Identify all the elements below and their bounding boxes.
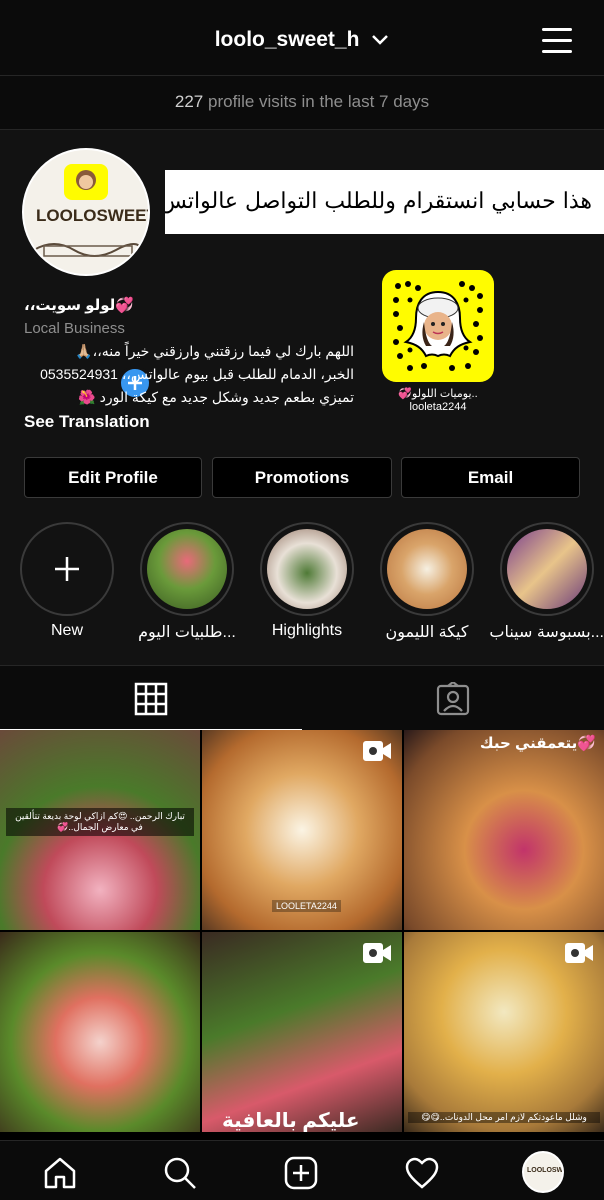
post-watermark: LOOLETA2244 <box>272 900 341 912</box>
business-category: Local Business <box>24 320 125 337</box>
bio-line-3: تميزي بطعم جديد وشكل جديد مع كيكة الورد … <box>78 389 354 405</box>
highlight-orders[interactable] <box>140 522 234 616</box>
post-thumbnail[interactable]: وشلل ماعودتكم لازم امر محل الدونات..😋😋 <box>404 932 604 1132</box>
search-icon[interactable] <box>162 1155 198 1191</box>
account-switcher[interactable]: loolo_sweet_h <box>0 28 604 52</box>
post-thumbnail[interactable]: 💞يتعمقني حبك <box>404 730 604 930</box>
highlight-label-new: New <box>50 622 83 639</box>
profile-section: LOOLOSWEET هذا حسابي انستقرام وللطلب الت… <box>0 130 604 665</box>
snapcode-image <box>382 270 494 382</box>
heart-icon[interactable] <box>404 1155 440 1191</box>
username-label: loolo_sweet_h <box>214 28 360 51</box>
plus-icon <box>55 557 79 581</box>
tagged-icon[interactable] <box>436 682 470 716</box>
bio: 💞لولو سويت،، Local Business اللهم بارك ل… <box>24 296 354 432</box>
profile-visits-banner[interactable]: 227 profile visits in the last 7 days <box>0 76 604 130</box>
promotions-button[interactable]: Promotions <box>212 457 392 498</box>
post-caption: 💞يتعمقني حبك <box>479 735 596 752</box>
home-icon[interactable] <box>42 1155 78 1191</box>
cover-banner: هذا حسابي انستقرام وللطلب التواصل عالوات… <box>165 170 604 234</box>
display-name: 💞لولو سويت،، <box>24 297 134 314</box>
posts-grid: تبارك الرحمن.. 😍كم ازاكي لوحة بديعة تتأل… <box>0 730 604 1140</box>
bio-line-1: اللهم بارك لي فيما رزقتني وارزقني خيراً … <box>75 343 354 359</box>
post-caption: وشلل ماعودتكم لازم امر محل الدونات..😋😋 <box>408 1112 600 1123</box>
avatar[interactable]: LOOLOSWEET <box>22 148 150 276</box>
profile-tab-avatar[interactable]: LOOLOSWEET <box>522 1151 564 1193</box>
avatar-logo-text: LOOLOSWEET <box>36 206 150 225</box>
edit-profile-button[interactable]: Edit Profile <box>24 457 202 498</box>
post-thumbnail[interactable]: تبارك الرحمن.. 😍كم ازاكي لوحة بديعة تتأل… <box>0 730 200 930</box>
highlight-basbousa[interactable] <box>500 522 594 616</box>
snapcode-title: 💞يوميات اللولو.. <box>398 388 478 400</box>
video-icon <box>363 943 391 963</box>
highlight-thumb <box>267 529 347 609</box>
visits-count: 227 <box>174 92 204 111</box>
grid-icon[interactable] <box>134 682 168 716</box>
video-icon <box>565 943 593 963</box>
hamburger-menu-icon[interactable] <box>542 28 572 56</box>
visits-text: profile visits in the last 7 days <box>208 92 430 111</box>
top-bar: loolo_sweet_h <box>0 0 604 76</box>
new-post-icon[interactable] <box>283 1155 319 1191</box>
highlight-label-lemon-cake: كيكة الليمون <box>385 624 469 641</box>
highlight-thumb <box>147 529 227 609</box>
video-icon <box>363 741 391 761</box>
post-thumbnail[interactable] <box>0 932 200 1132</box>
new-highlight-button[interactable] <box>20 522 114 616</box>
highlight-thumb <box>387 529 467 609</box>
highlight-lemon-cake[interactable] <box>380 522 474 616</box>
highlight-thumb <box>507 529 587 609</box>
highlight-highlights[interactable] <box>260 522 354 616</box>
chevron-down-icon <box>372 35 389 46</box>
snapcode-caption: 💞يوميات اللولو.. looleta2244 <box>382 388 494 414</box>
avatar-logo-small: LOOLOSWEET <box>527 1167 564 1174</box>
snapcode-art <box>393 281 483 371</box>
post-thumbnail[interactable]: LOOLETA2244 <box>202 730 402 930</box>
highlight-label-basbousa: بسبوسة سيناب... <box>489 624 604 641</box>
bio-line-2[interactable]: الخبر، الدمام للطلب قبل بيوم عالواتس،، 0… <box>24 366 354 383</box>
profile-tabs <box>0 665 604 730</box>
post-thumbnail[interactable]: عليكم بالعافية <box>202 932 402 1132</box>
post-caption: عليكم بالعافية <box>222 1110 360 1132</box>
post-caption: تبارك الرحمن.. 😍كم ازاكي لوحة بديعة تتأل… <box>6 808 194 836</box>
see-translation-link[interactable]: See Translation <box>24 412 354 432</box>
highlight-label-orders: طلبيات اليوم... <box>138 624 236 641</box>
bottom-nav: LOOLOSWEET <box>0 1140 604 1200</box>
email-button[interactable]: Email <box>401 457 580 498</box>
highlight-label-highlights: Highlights <box>271 622 343 639</box>
snapcode-handle: looleta2244 <box>409 401 467 413</box>
